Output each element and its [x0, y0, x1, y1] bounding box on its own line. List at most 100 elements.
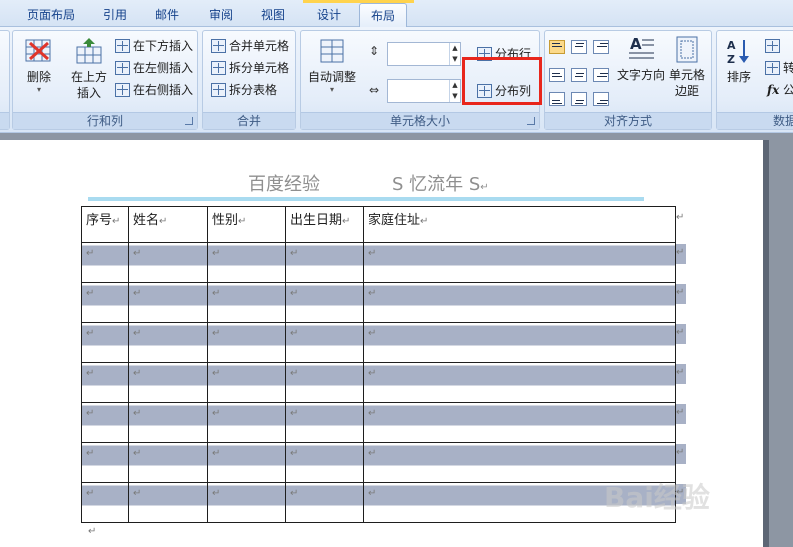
table-cell[interactable]: ↵ — [128, 242, 208, 283]
table-cell[interactable]: ↵ — [81, 362, 129, 403]
spinner-arrows-icon[interactable]: ▲ ▼ — [449, 80, 460, 102]
dialog-launcher-icon[interactable] — [527, 117, 535, 125]
paragraph-mark: ↵ — [133, 368, 142, 379]
table-cell[interactable]: ↵ — [207, 242, 286, 283]
paragraph-mark: ↵ — [290, 408, 299, 419]
table-cell[interactable]: ↵ — [128, 482, 208, 523]
cell-margins-button[interactable]: 单元格 边距 — [667, 35, 707, 99]
table-row: ↵ ↵ ↵ ↵ ↵ — [81, 482, 676, 523]
insert-above-button[interactable]: 在上方 插入 — [67, 37, 111, 101]
align-top-center-button[interactable] — [571, 40, 587, 54]
tab-references[interactable]: 引用 — [92, 3, 138, 27]
tab-page-layout[interactable]: 页面布局 — [14, 3, 88, 27]
table-cell[interactable]: ↵ — [207, 402, 286, 443]
table-cell[interactable]: ↵ — [81, 442, 129, 483]
tab-layout[interactable]: 布局 — [359, 3, 407, 27]
table-cell[interactable]: ↵ — [285, 362, 364, 403]
column-width-input[interactable]: ▲ ▼ — [387, 79, 461, 103]
insert-below-button[interactable]: 在下方插入 — [115, 36, 193, 56]
insert-above-label-2: 插入 — [76, 86, 101, 100]
table-cell[interactable]: ↵ — [81, 402, 129, 443]
column-width-icon: ⇔ — [369, 83, 380, 97]
table-cell[interactable]: ↵ — [81, 482, 129, 523]
convert-to-text-button[interactable]: 转 — [765, 58, 793, 78]
formula-button[interactable]: fx 公 — [765, 80, 793, 100]
data-table[interactable]: 序号↵ 姓名↵ 性别↵ 出生日期↵ 家庭住址↵ ↵ ↵ ↵ ↵ ↵ ↵ ↵ ↵ ↵ ↵ ↵ ↵ ↵ ↵ ↵ ↵… — [81, 206, 676, 523]
align-top-left-button[interactable] — [549, 40, 565, 54]
tab-review[interactable]: 审阅 — [198, 3, 244, 27]
table-cell[interactable]: ↵ — [81, 242, 129, 283]
table-cell[interactable]: ↵ — [128, 282, 208, 323]
sort-button[interactable]: A Z 排序 — [721, 37, 757, 85]
table-cell[interactable]: ↵ — [128, 362, 208, 403]
table-cell[interactable]: ↵ — [207, 442, 286, 483]
table-cell[interactable]: ↵ — [207, 482, 286, 523]
insert-left-icon — [115, 61, 130, 75]
autofit-label: 自动调整 — [307, 70, 356, 84]
repeat-header-button[interactable] — [765, 36, 783, 56]
table-cell[interactable]: ↵ — [363, 402, 676, 443]
align-bottom-right-button[interactable] — [593, 92, 609, 106]
repeat-header-icon — [765, 39, 780, 53]
paragraph-mark: ↵ — [86, 288, 95, 299]
align-middle-left-button[interactable] — [549, 68, 565, 82]
merge-cells-button[interactable]: 合并单元格 — [211, 36, 289, 56]
align-bottom-left-button[interactable] — [549, 92, 565, 106]
table-cell[interactable]: ↵ — [207, 282, 286, 323]
row-height-input[interactable]: ▲ ▼ — [387, 42, 461, 66]
svg-text:Z: Z — [727, 53, 735, 65]
autofit-button[interactable]: 自动调整 ▾ — [305, 37, 359, 95]
table-cell[interactable]: ↵ — [81, 322, 129, 363]
paragraph-mark: ↵ — [86, 408, 95, 419]
table-header-cell[interactable]: 家庭住址↵ — [363, 206, 676, 243]
tab-design[interactable]: 设计 — [306, 3, 352, 27]
insert-right-button[interactable]: 在右侧插入 — [115, 80, 193, 100]
table-cell[interactable]: ↵ — [81, 282, 129, 323]
table-cell[interactable]: ↵ — [128, 402, 208, 443]
row-end-mark: ↵ — [676, 324, 686, 344]
tab-view[interactable]: 视图 — [250, 3, 296, 27]
align-top-right-button[interactable] — [593, 40, 609, 54]
table-header-cell[interactable]: 序号↵ — [81, 206, 129, 243]
tab-mailings[interactable]: 邮件 — [144, 3, 190, 27]
table-header-cell[interactable]: 出生日期↵ — [285, 206, 364, 243]
paragraph-mark: ↵ — [368, 448, 377, 459]
table-cell[interactable]: ↵ — [285, 282, 364, 323]
table-cell[interactable]: ↵ — [285, 402, 364, 443]
paragraph-mark: ↵ — [212, 328, 221, 339]
table-cell[interactable]: ↵ — [285, 322, 364, 363]
align-bottom-center-button[interactable] — [571, 92, 587, 106]
delete-button[interactable]: 删除 ▾ — [19, 37, 59, 95]
row-end-mark: ↵ — [676, 244, 686, 264]
align-middle-right-button[interactable] — [593, 68, 609, 82]
table-cell[interactable]: ↵ — [128, 322, 208, 363]
table-cell[interactable]: ↵ — [363, 362, 676, 403]
insert-left-button[interactable]: 在左侧插入 — [115, 58, 193, 78]
insert-above-icon — [76, 38, 102, 64]
header-right-text: S 忆流年 S↵ — [392, 174, 489, 195]
table-cell[interactable]: ↵ — [285, 482, 364, 523]
split-table-button[interactable]: 拆分表格 — [211, 80, 277, 100]
table-header-cell[interactable]: 性别↵ — [207, 206, 286, 243]
split-cells-button[interactable]: 拆分单元格 — [211, 58, 289, 78]
cell-margins-icon — [676, 36, 698, 63]
table-header-cell[interactable]: 姓名↵ — [128, 206, 208, 243]
paragraph-mark: ↵ — [290, 328, 299, 339]
table-cell[interactable]: ↵ — [207, 322, 286, 363]
table-row: ↵ ↵ ↵ ↵ ↵ — [81, 402, 676, 443]
align-middle-center-button[interactable] — [571, 68, 587, 82]
spinner-arrows-icon[interactable]: ▲ ▼ — [449, 43, 460, 65]
text-direction-button[interactable]: A 文字方向 — [615, 35, 667, 83]
table-cell[interactable]: ↵ — [285, 242, 364, 283]
table-cell[interactable]: ↵ — [207, 362, 286, 403]
table-cell[interactable]: ↵ — [285, 442, 364, 483]
ribbon-group-partial — [0, 30, 10, 130]
dialog-launcher-icon[interactable] — [185, 117, 193, 125]
table-cell[interactable]: ↵ — [363, 322, 676, 363]
table-cell[interactable]: ↵ — [363, 282, 676, 323]
row-end-mark: ↵ — [676, 284, 686, 304]
table-cell[interactable]: ↵ — [128, 442, 208, 483]
table-cell[interactable]: ↵ — [363, 242, 676, 283]
paragraph-mark: ↵ — [368, 408, 377, 419]
paragraph-mark: ↵ — [368, 368, 377, 379]
